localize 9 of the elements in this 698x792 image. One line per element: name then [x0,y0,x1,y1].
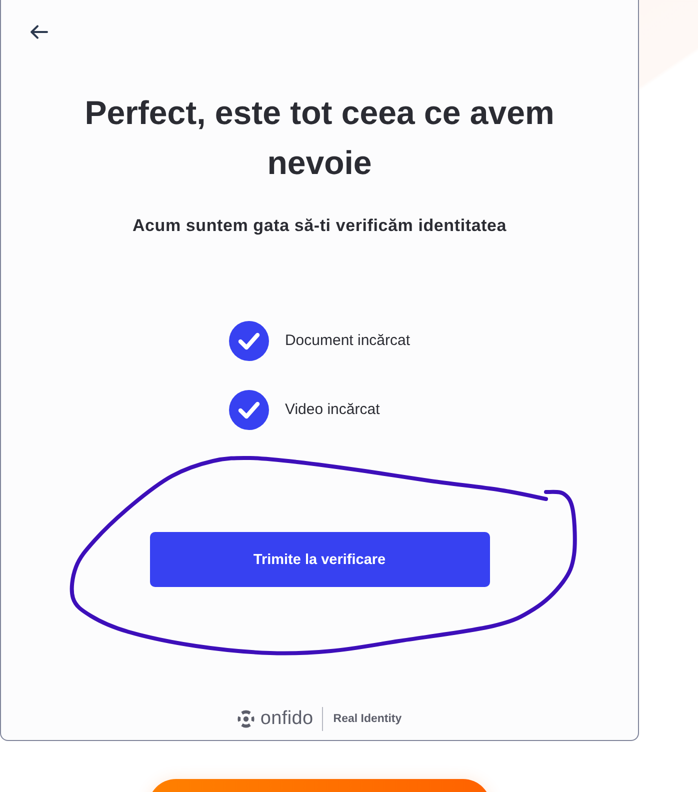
checklist-label: Video incărcat [284,400,380,420]
checklist-label: Document incărcat [284,331,410,351]
brand-name: onfido [260,708,314,730]
page-subtitle: Acum suntem gata să-ti verificăm identitatea [132,215,507,237]
submit-button[interactable]: Trimite la verificare [150,532,490,587]
brand-tagline: Real Identity [333,713,402,725]
page-title: Perfect, este tot ceea ce avem nevoie [84,93,556,183]
arrow-left-icon [30,25,48,39]
logo-icon [237,710,256,728]
